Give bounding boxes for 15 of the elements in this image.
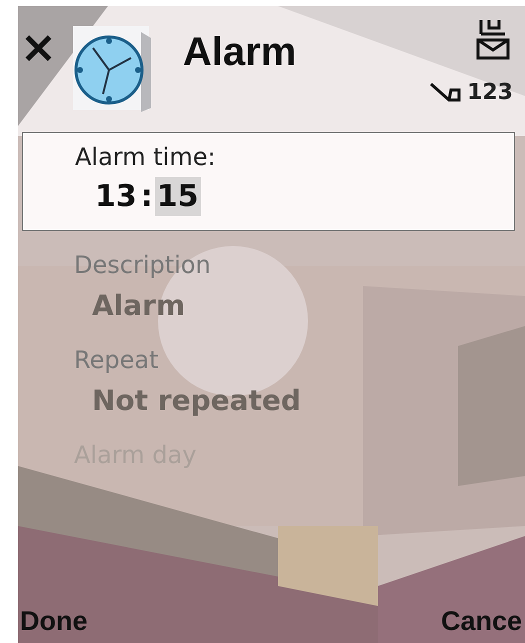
minute-value[interactable]: 15 bbox=[154, 177, 200, 216]
input-mode-indicator: 123 bbox=[467, 80, 513, 105]
window-title: Alarm bbox=[182, 30, 296, 75]
close-button[interactable]: × bbox=[20, 26, 57, 70]
pen-icon bbox=[429, 82, 464, 104]
clock-icon bbox=[70, 24, 153, 114]
envelope-icon bbox=[475, 18, 511, 60]
field-label: Repeat bbox=[74, 346, 160, 374]
cancel-softkey[interactable]: Cance bbox=[440, 606, 522, 637]
field-label: Description bbox=[74, 251, 212, 279]
time-separator: : bbox=[140, 179, 154, 214]
hour-value[interactable]: 13 bbox=[93, 177, 139, 216]
time-field[interactable]: Alarm time: 13:15 bbox=[22, 132, 515, 231]
done-softkey[interactable]: Done bbox=[20, 606, 88, 637]
field-label: Alarm time: bbox=[75, 143, 217, 171]
